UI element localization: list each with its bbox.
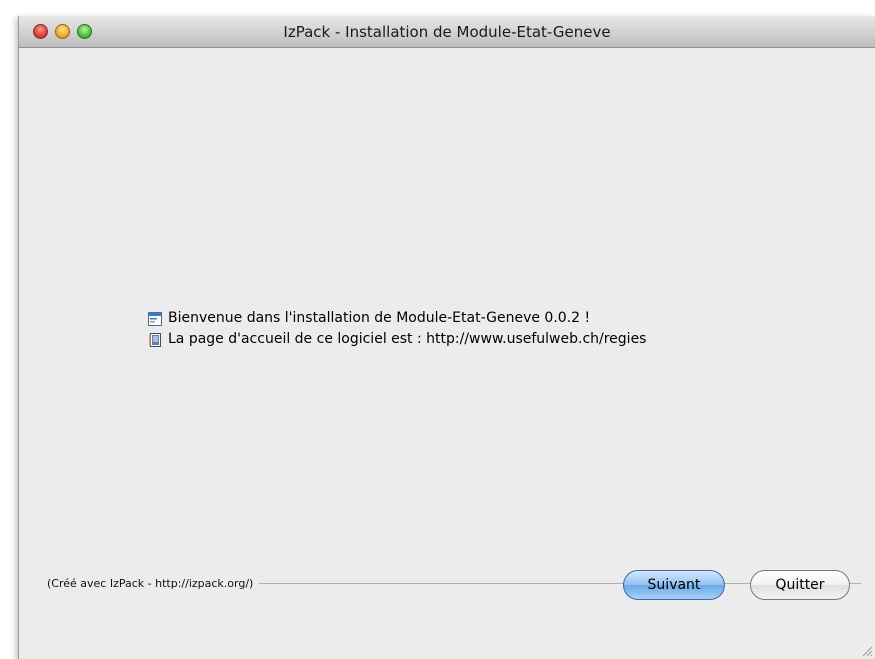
info-panel: Bienvenue dans l'installation de Module-… <box>147 308 646 350</box>
footer-credit: (Créé avec IzPack - http://izpack.org/) <box>47 576 861 590</box>
homepage-text: La page d'accueil de ce logiciel est : h… <box>168 331 647 347</box>
welcome-line: Bienvenue dans l'installation de Module-… <box>147 308 646 329</box>
next-button[interactable]: Suivant <box>623 570 725 600</box>
quit-button[interactable]: Quitter <box>750 570 850 600</box>
installer-window: IzPack - Installation de Module-Etat-Gen… <box>18 16 875 659</box>
homepage-line: La page d'accueil de ce logiciel est : h… <box>147 329 646 350</box>
credit-label: (Créé avec IzPack - http://izpack.org/) <box>47 576 254 590</box>
installer-panel: Bienvenue dans l'installation de Module-… <box>19 48 875 659</box>
welcome-text: Bienvenue dans l'installation de Module-… <box>168 310 591 326</box>
title-bar[interactable]: IzPack - Installation de Module-Etat-Gen… <box>19 16 875 48</box>
window-title: IzPack - Installation de Module-Etat-Gen… <box>283 23 611 41</box>
application-icon <box>148 311 162 326</box>
resize-grip-icon[interactable] <box>861 645 873 657</box>
document-icon <box>149 332 161 347</box>
